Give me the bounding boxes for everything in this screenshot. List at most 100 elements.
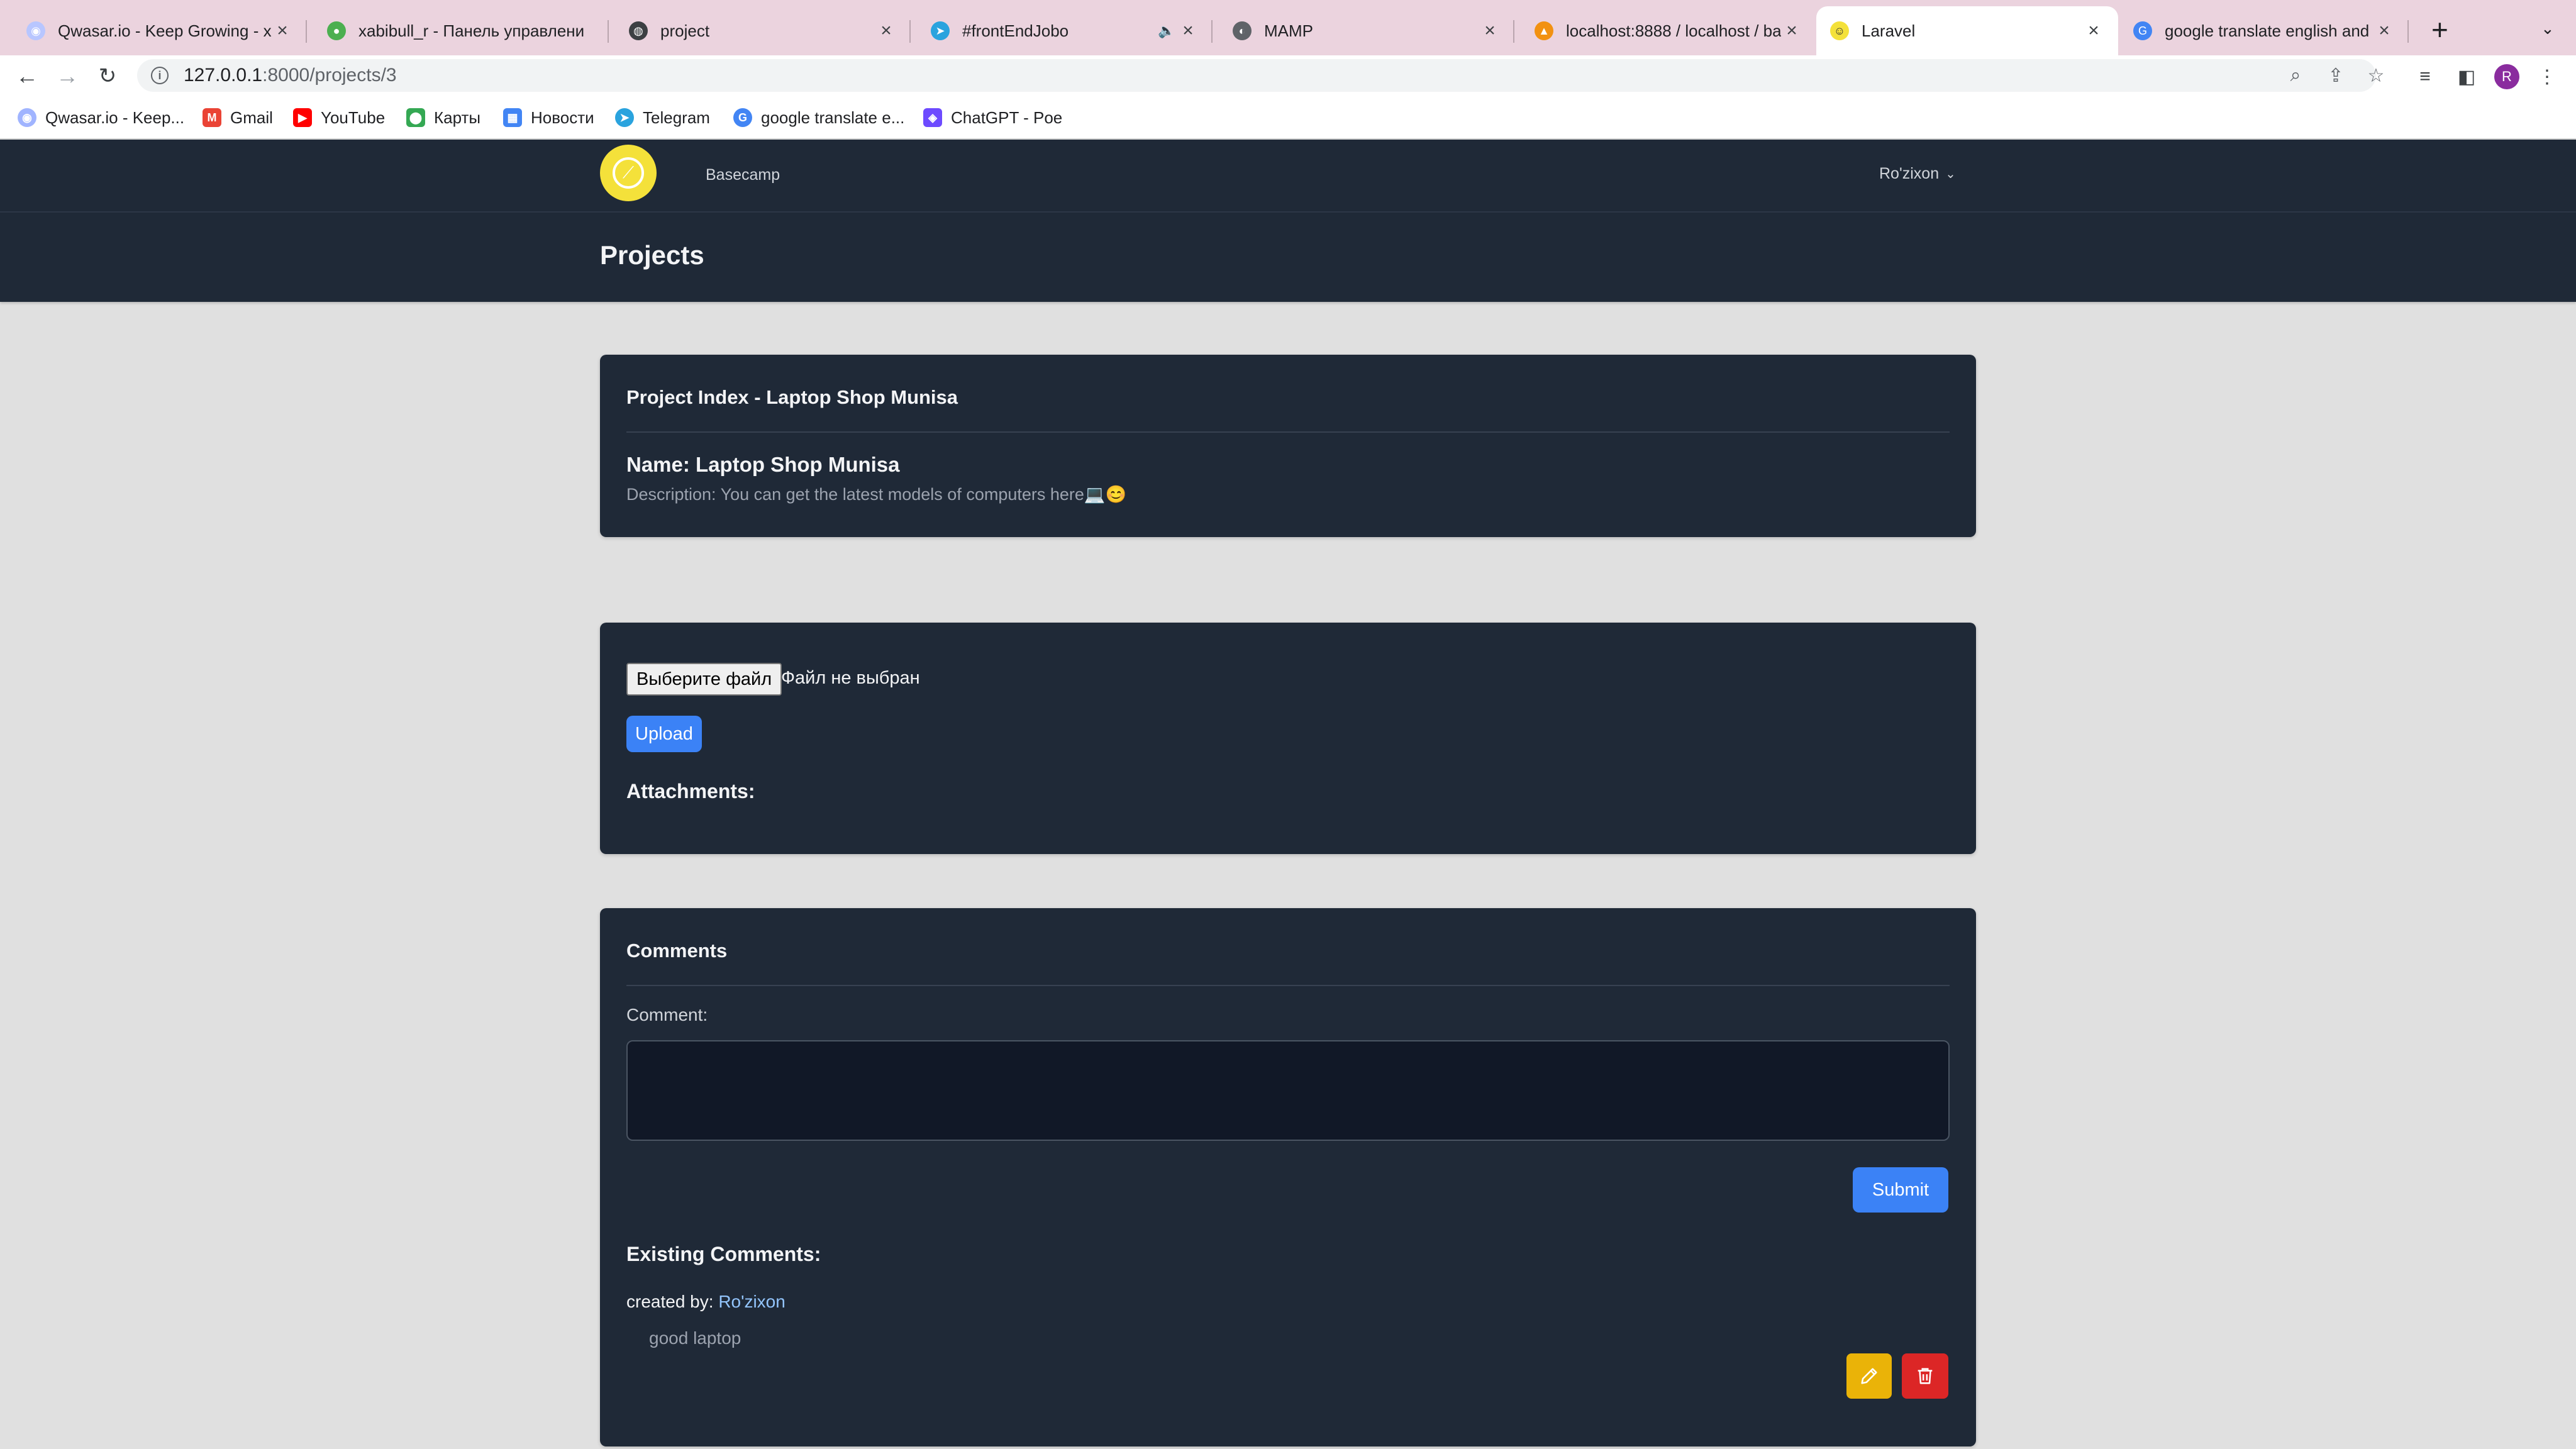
browser-tab[interactable]: ◉ Qwasar.io - Keep Growing - xa × (13, 6, 307, 55)
browser-tab[interactable]: G google translate english and u: × (2119, 6, 2409, 55)
upload-button[interactable]: Upload (626, 716, 702, 752)
comment-author: Ro'zixon (718, 1292, 786, 1311)
bookmark-item[interactable]: ▦ Новости (503, 106, 594, 130)
divider (626, 985, 1950, 986)
tab-title: #frontEndJobo (962, 21, 1069, 40)
tab-separator (1211, 20, 1213, 43)
new-tab-icon[interactable]: + (2431, 14, 2448, 45)
qwasar-icon: ◉ (26, 21, 45, 40)
close-icon[interactable]: × (272, 20, 293, 42)
bookmark-item[interactable]: ◉ Qwasar.io - Keep... (18, 106, 184, 130)
reading-list-icon[interactable]: ≡ (2412, 64, 2438, 89)
close-icon[interactable]: × (2373, 20, 2395, 42)
app-logo[interactable]: ⟋ (600, 145, 657, 201)
bookmark-label: YouTube (321, 108, 386, 127)
url-host: 127.0.0.1 (184, 65, 263, 86)
telegram-icon: ➤ (931, 21, 950, 40)
browser-toolbar: ← → ↻ i 127.0.0.1:8000/projects/3 ⌕ ⇪ ☆ … (0, 55, 2576, 96)
submit-button[interactable]: Submit (1853, 1167, 1948, 1213)
attachments-heading: Attachments: (626, 780, 755, 802)
bookmark-label: Новости (531, 108, 594, 127)
tab-search-chevron-icon[interactable]: ⌄ (2541, 19, 2555, 38)
browser-tab-active[interactable]: ☺ Laravel × (1816, 6, 2118, 55)
browser-tab[interactable]: ◍ project × (615, 6, 911, 55)
page-header: Projects (0, 213, 2576, 302)
zoom-icon[interactable]: ⌕ (2284, 64, 2307, 87)
tab-title: project (660, 21, 710, 40)
user-name: Ro'zixon (1879, 165, 1940, 182)
tab-title: Laravel (1862, 21, 1916, 40)
tab-title: MAMP (1264, 21, 1313, 40)
comments-heading: Comments (626, 940, 728, 962)
bookmark-star-icon[interactable]: ☆ (2365, 64, 2387, 87)
tab-separator (909, 20, 911, 43)
edit-comment-button[interactable] (1846, 1353, 1892, 1399)
project-description: Description: You can get the latest mode… (626, 485, 1127, 504)
tab-separator (1513, 20, 1514, 43)
browser-tab[interactable]: ◐ MAMP × (1219, 6, 1514, 55)
back-icon[interactable]: ← (11, 60, 43, 92)
bookmark-item[interactable]: M Gmail (203, 106, 273, 130)
bookmarks-bar: ◉ Qwasar.io - Keep... M Gmail ▶ YouTube … (0, 96, 2576, 140)
phpmyadmin-icon: ▲ (1535, 21, 1553, 40)
comment-textarea[interactable] (626, 1040, 1950, 1141)
bookmark-item[interactable]: ⬤ Карты (406, 106, 480, 130)
share-icon[interactable]: ⇪ (2324, 64, 2347, 87)
bookmark-label: Telegram (643, 108, 710, 127)
comment-meta: created by: Ro'zixon (626, 1292, 786, 1312)
globe-icon: ◍ (629, 21, 648, 40)
side-panel-icon[interactable]: ◧ (2454, 64, 2479, 89)
qwasar-icon: ◉ (18, 108, 36, 127)
project-card-title: Project Index - Laptop Shop Munisa (626, 386, 958, 408)
trash-icon (1918, 1368, 1933, 1384)
bookmark-item[interactable]: ➤ Telegram (615, 106, 710, 130)
nav-link-basecamp[interactable]: Basecamp (706, 166, 780, 184)
tab-separator (608, 20, 609, 43)
browser-tab[interactable]: ➤ #frontEndJobo 🔈 × (917, 6, 1213, 55)
created-by-label: created by: (626, 1292, 714, 1311)
browser-tab[interactable]: ▲ localhost:8888 / localhost / ba × (1521, 6, 1816, 55)
google-icon: G (733, 108, 752, 127)
bookmark-label: google translate e... (761, 108, 905, 127)
chevron-down-icon: ⌄ (1945, 167, 1956, 181)
tab-title: google translate english and u: (2165, 21, 2373, 40)
site-info-icon[interactable]: i (151, 67, 169, 84)
speaker-icon[interactable]: 🔈 (1156, 23, 1177, 39)
gmail-icon: M (203, 108, 221, 127)
more-menu-icon[interactable]: ⋮ (2534, 64, 2560, 89)
bookmark-label: Карты (434, 108, 481, 127)
eye-icon: ● (327, 21, 346, 40)
divider (626, 431, 1950, 433)
profile-avatar[interactable]: R (2494, 64, 2519, 89)
bookmark-item[interactable]: ◈ ChatGPT - Poe (923, 106, 1062, 130)
reload-icon[interactable]: ↻ (92, 60, 123, 92)
browser-tab-strip: ◉ Qwasar.io - Keep Growing - xa × ● xabi… (0, 0, 2576, 57)
comment-label: Comment: (626, 1005, 708, 1024)
comment-body: good laptop (649, 1328, 741, 1348)
bookmark-label: Gmail (230, 108, 273, 127)
close-icon[interactable]: × (2083, 20, 2104, 42)
telegram-icon: ➤ (615, 108, 634, 127)
youtube-icon: ▶ (293, 108, 312, 127)
browser-tab[interactable]: ● xabibull_r - Панель управлени (313, 6, 609, 55)
close-icon[interactable]: × (1479, 20, 1501, 42)
chart-logo-icon: ⟋ (613, 157, 644, 189)
bookmark-label: ChatGPT - Poe (951, 108, 1063, 127)
bookmark-label: Qwasar.io - Keep... (45, 108, 185, 127)
delete-comment-button[interactable] (1902, 1353, 1948, 1399)
forward-icon[interactable]: → (52, 60, 83, 92)
bookmark-item[interactable]: G google translate e... (733, 106, 904, 130)
close-icon[interactable]: × (875, 20, 897, 42)
tab-title: xabibull_r - Панель управлени (358, 21, 585, 40)
choose-file-button[interactable]: Выберите файл (626, 663, 782, 696)
close-icon[interactable]: × (1781, 20, 1802, 42)
news-icon: ▦ (503, 108, 522, 127)
attachments-card: Выберите файл Файл не выбран Upload Atta… (600, 623, 1976, 854)
tab-separator (2407, 20, 2409, 43)
existing-comments-heading: Existing Comments: (626, 1243, 821, 1265)
no-file-chosen-text: Файл не выбран (781, 668, 920, 688)
address-bar[interactable]: i 127.0.0.1:8000/projects/3 (137, 59, 2376, 92)
bookmark-item[interactable]: ▶ YouTube (293, 106, 385, 130)
close-icon[interactable]: × (1177, 20, 1199, 42)
user-menu[interactable]: Ro'zixon ⌄ (1879, 165, 1956, 183)
